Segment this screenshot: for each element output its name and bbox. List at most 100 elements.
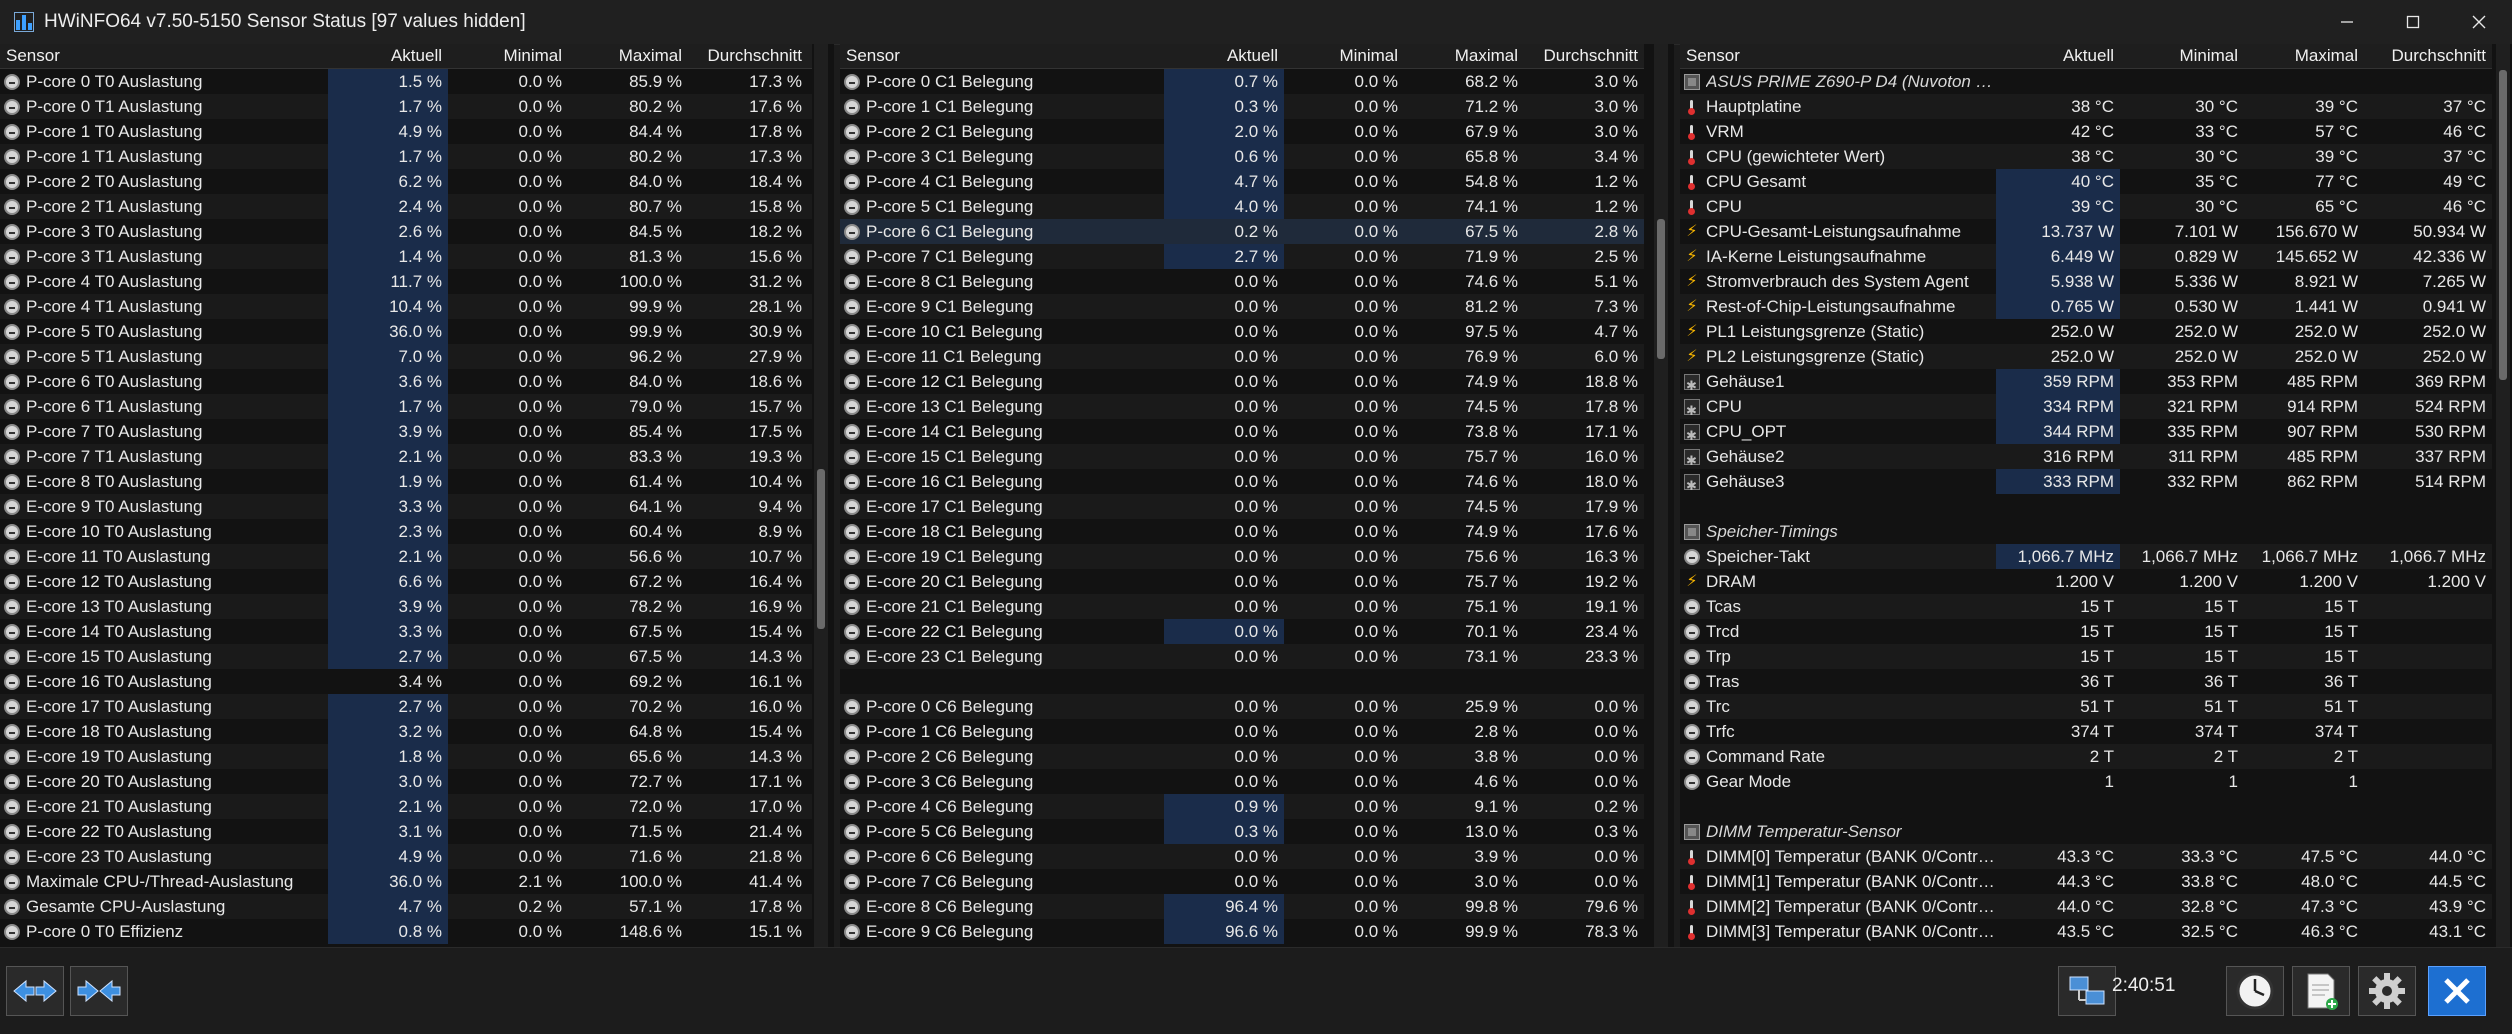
panel1-header[interactable]: Sensor Aktuell Minimal Maximal Durchschn… [0,44,812,69]
sensor-row[interactable]: Trp 15 T 15 T 15 T [1680,644,2492,669]
sensor-row[interactable]: DIMM[1] Temperatur (BANK 0/Control... 44.… [1680,869,2492,894]
sensor-row[interactable]: E-core 9 C6 Belegung 96.6 % 0.0 % 99.9 % 78.… [840,919,1644,944]
sensor-row[interactable]: P-core 1 T0 Auslastung 4.9 % 0.0 % 84.4 % 17… [0,119,812,144]
sensor-row[interactable]: P-core 0 T1 Auslastung 1.7 % 0.0 % 80.2 % 17… [0,94,812,119]
sensor-row[interactable]: P-core 0 T0 Effizienz 0.8 % 0.0 % 148.6 % 15… [0,919,812,944]
header-max[interactable]: Maximal [568,44,688,68]
sensor-row[interactable]: E-core 15 T0 Auslastung 2.7 % 0.0 % 67.5 % 1… [0,644,812,669]
header-avg[interactable]: Durchschnitt [1524,44,1644,68]
panel2-scroll-thumb[interactable] [1657,219,1665,359]
header-min[interactable]: Minimal [448,44,568,68]
sensor-row[interactable]: P-core 2 T1 Auslastung 2.4 % 0.0 % 80.7 % 15… [0,194,812,219]
sensor-row[interactable]: Tras 36 T 36 T 36 T [1680,669,2492,694]
sensor-row[interactable]: E-core 18 C1 Belegung 0.0 % 0.0 % 74.9 % 17.… [840,519,1644,544]
maximize-button[interactable] [2380,0,2446,44]
sensor-row[interactable]: P-core 4 C1 Belegung 4.7 % 0.0 % 54.8 % 1.2 … [840,169,1644,194]
panel1-scrollbar[interactable] [814,44,828,947]
panel3-scrollbar[interactable] [2496,44,2510,947]
sensor-row[interactable]: P-core 2 C1 Belegung 2.0 % 0.0 % 67.9 % 3.0 … [840,119,1644,144]
sensor-row[interactable]: Speicher-Takt 1,066.7 MHz 1,066.7 MHz 1,066… [1680,544,2492,569]
panel1-scroll-thumb[interactable] [817,469,825,629]
sensor-row[interactable]: ⚡ Stromverbrauch des System Agent 5.938 W 5… [1680,269,2492,294]
sensor-row[interactable]: Maximale CPU-/Thread-Auslastung 36.0 % 2.1… [0,869,812,894]
panel3-header[interactable]: Sensor Aktuell Minimal Maximal Durchschn… [1680,44,2492,69]
header-min[interactable]: Minimal [2120,44,2244,68]
sensor-group-header[interactable]: ASUS PRIME Z690-P D4 (Nuvoton NC... [1680,69,2492,94]
sensor-row[interactable]: Gehäuse3 333 RPM 332 RPM 862 RPM 514 RPM [1680,469,2492,494]
sensor-row[interactable]: E-core 8 T0 Auslastung 1.9 % 0.0 % 61.4 % 10… [0,469,812,494]
sensor-row[interactable]: E-core 11 T0 Auslastung 2.1 % 0.0 % 56.6 % 1… [0,544,812,569]
sensor-row[interactable]: E-core 10 T0 Auslastung 2.3 % 0.0 % 60.4 % 8… [0,519,812,544]
sensor-row[interactable]: E-core 17 T0 Auslastung 2.7 % 0.0 % 70.2 % 1… [0,694,812,719]
sensor-row[interactable]: ⚡ CPU-Gesamt-Leistungsaufnahme 13.737 W 7.1… [1680,219,2492,244]
sensor-row[interactable]: P-core 7 C6 Belegung 0.0 % 0.0 % 3.0 % 0.0 % [840,869,1644,894]
sensor-row[interactable]: E-core 23 T0 Auslastung 4.9 % 0.0 % 71.6 % 2… [0,844,812,869]
header-current[interactable]: Aktuell [1164,44,1284,68]
window-close-button[interactable] [2446,0,2512,44]
sensor-row[interactable]: P-core 0 T0 Auslastung 1.5 % 0.0 % 85.9 % 17… [0,69,812,94]
sensor-row[interactable]: E-core 18 T0 Auslastung 3.2 % 0.0 % 64.8 % 1… [0,719,812,744]
minimize-button[interactable] [2314,0,2380,44]
report-button[interactable] [2292,966,2350,1016]
sensor-row[interactable]: P-core 4 T1 Auslastung 10.4 % 0.0 % 99.9 % 2… [0,294,812,319]
header-max[interactable]: Maximal [1404,44,1524,68]
network-button[interactable] [2058,966,2116,1016]
sensor-row[interactable]: ⚡ DRAM 1.200 V 1.200 V 1.200 V 1.200 V [1680,569,2492,594]
sensor-row[interactable]: Trfc 374 T 374 T 374 T [1680,719,2492,744]
sensor-row[interactable]: ⚡ IA-Kerne Leistungsaufnahme 6.449 W 0.829 … [1680,244,2492,269]
sensor-row[interactable]: P-core 5 T0 Auslastung 36.0 % 0.0 % 99.9 % 3… [0,319,812,344]
sensor-row[interactable]: E-core 8 C6 Belegung 96.4 % 0.0 % 99.8 % 79.… [840,894,1644,919]
sensor-row[interactable]: E-core 16 T0 Auslastung 3.4 % 0.0 % 69.2 % 1… [0,669,812,694]
sensor-row[interactable]: E-core 14 C1 Belegung 0.0 % 0.0 % 73.8 % 17.… [840,419,1644,444]
sensor-row[interactable]: Gear Mode 1 1 1 [1680,769,2492,794]
sensor-row[interactable]: P-core 1 C6 Belegung 0.0 % 0.0 % 2.8 % 0.0 % [840,719,1644,744]
sensor-row[interactable]: E-core 14 T0 Auslastung 3.3 % 0.0 % 67.5 % 1… [0,619,812,644]
sensor-row[interactable]: E-core 21 T0 Auslastung 2.1 % 0.0 % 72.0 % 1… [0,794,812,819]
header-avg[interactable]: Durchschnitt [688,44,808,68]
sensor-panel-3[interactable]: Sensor Aktuell Minimal Maximal Durchschn… [1680,44,2512,947]
header-max[interactable]: Maximal [2244,44,2364,68]
sensor-row[interactable]: P-core 6 C1 Belegung 0.2 % 0.0 % 67.5 % 2.8 … [840,219,1644,244]
sensor-row[interactable]: P-core 4 C6 Belegung 0.9 % 0.0 % 9.1 % 0.2 % [840,794,1644,819]
sensor-row[interactable]: E-core 22 C1 Belegung 0.0 % 0.0 % 70.1 % 23.… [840,619,1644,644]
panel3-scroll-thumb[interactable] [2499,70,2507,380]
sensor-row[interactable]: E-core 20 C1 Belegung 0.0 % 0.0 % 75.7 % 19.… [840,569,1644,594]
sensor-panel-2[interactable]: Sensor Aktuell Minimal Maximal Durchschn… [840,44,1674,947]
sensor-row[interactable]: P-core 6 T1 Auslastung 1.7 % 0.0 % 79.0 % 15… [0,394,812,419]
sensor-row[interactable]: P-core 6 T0 Auslastung 3.6 % 0.0 % 84.0 % 18… [0,369,812,394]
header-sensor[interactable]: Sensor [1680,44,1996,68]
sensor-row[interactable]: Trc 51 T 51 T 51 T [1680,694,2492,719]
sensor-row[interactable]: P-core 5 C1 Belegung 4.0 % 0.0 % 74.1 % 1.2 … [840,194,1644,219]
sensor-row[interactable]: E-core 12 C1 Belegung 0.0 % 0.0 % 74.9 % 18.… [840,369,1644,394]
sensor-row[interactable]: DIMM[2] Temperatur (BANK 0/Control... 44.… [1680,894,2492,919]
settings-button[interactable] [2358,966,2416,1016]
sensor-row[interactable]: P-core 5 C6 Belegung 0.3 % 0.0 % 13.0 % 0.3 … [840,819,1644,844]
sensor-row[interactable]: Trcd 15 T 15 T 15 T [1680,619,2492,644]
sensor-row[interactable]: Gesamte CPU-Auslastung 4.7 % 0.2 % 57.1 % 17… [0,894,812,919]
sensor-row[interactable]: E-core 13 T0 Auslastung 3.9 % 0.0 % 78.2 % 1… [0,594,812,619]
sensor-row[interactable]: VRM 42 °C 33 °C 57 °C 46 °C [1680,119,2492,144]
sensor-row[interactable]: E-core 19 C1 Belegung 0.0 % 0.0 % 75.6 % 16.… [840,544,1644,569]
sensor-row[interactable]: P-core 7 T1 Auslastung 2.1 % 0.0 % 83.3 % 19… [0,444,812,469]
sensor-group-header[interactable]: Speicher-Timings [1680,519,2492,544]
sensor-row[interactable]: P-core 1 T1 Auslastung 1.7 % 0.0 % 80.2 % 17… [0,144,812,169]
sensor-row[interactable]: Command Rate 2 T 2 T 2 T [1680,744,2492,769]
sensor-row[interactable]: E-core 15 C1 Belegung 0.0 % 0.0 % 75.7 % 16.… [840,444,1644,469]
panel2-scrollbar[interactable] [1654,44,1668,947]
clock-reset-button[interactable] [2226,966,2284,1016]
panel2-header[interactable]: Sensor Aktuell Minimal Maximal Durchschn… [840,44,1644,69]
expand-columns-button[interactable] [6,966,64,1016]
sensor-row[interactable]: P-core 3 C6 Belegung 0.0 % 0.0 % 4.6 % 0.0 % [840,769,1644,794]
sensor-row[interactable]: E-core 21 C1 Belegung 0.0 % 0.0 % 75.1 % 19.… [840,594,1644,619]
sensor-row[interactable]: E-core 9 T0 Auslastung 3.3 % 0.0 % 64.1 % 9.… [0,494,812,519]
sensor-row[interactable]: ⚡ PL1 Leistungsgrenze (Static) 252.0 W 252.… [1680,319,2492,344]
header-sensor[interactable]: Sensor [840,44,1164,68]
sensor-row[interactable]: P-core 3 T0 Auslastung 2.6 % 0.0 % 84.5 % 18… [0,219,812,244]
header-min[interactable]: Minimal [1284,44,1404,68]
sensor-row[interactable]: E-core 8 C1 Belegung 0.0 % 0.0 % 74.6 % 5.1 … [840,269,1644,294]
sensor-row[interactable]: E-core 22 T0 Auslastung 3.1 % 0.0 % 71.5 % 2… [0,819,812,844]
sensor-row[interactable]: Gehäuse2 316 RPM 311 RPM 485 RPM 337 RPM [1680,444,2492,469]
sensor-row[interactable]: DIMM[0] Temperatur (BANK 0/Control... 43.… [1680,844,2492,869]
sensor-row[interactable]: P-core 2 T0 Auslastung 6.2 % 0.0 % 84.0 % 18… [0,169,812,194]
header-current[interactable]: Aktuell [1996,44,2120,68]
